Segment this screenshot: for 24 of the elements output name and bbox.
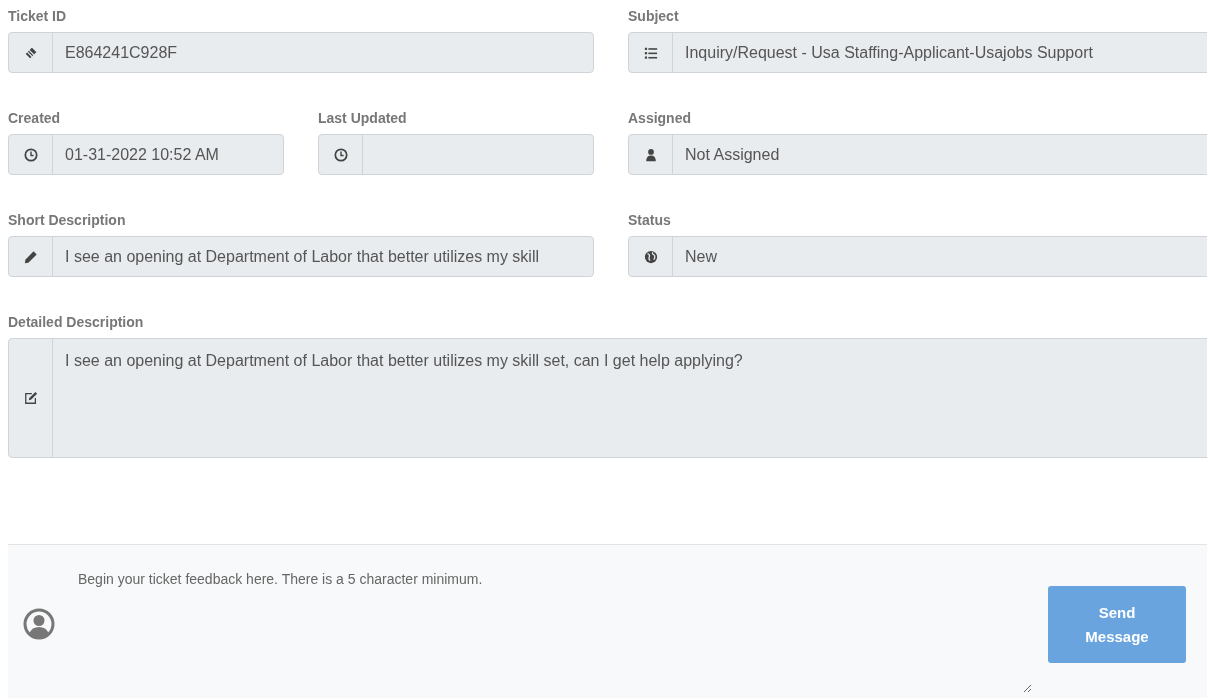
- field-label: Ticket ID: [8, 6, 68, 26]
- edit-icon: [23, 391, 38, 405]
- text-field[interactable]: New: [628, 236, 1207, 277]
- text-field[interactable]: Inquiry/Request - Usa Staffing-Applicant-Usajobs Support: [628, 32, 1207, 73]
- text-field[interactable]: I see an opening at Department of Labor that better utilizes my skill: [8, 236, 594, 277]
- list-icon: [643, 45, 658, 60]
- clock-icon: [333, 147, 348, 162]
- text-field[interactable]: 01-31-2022 10:52 AM: [8, 134, 284, 175]
- avatar-icon: [23, 608, 55, 640]
- text-field[interactable]: Not Assigned: [628, 134, 1207, 175]
- text-field[interactable]: E864241C928F: [8, 32, 594, 73]
- user-icon: [643, 147, 658, 162]
- pencil-icon: [23, 249, 38, 264]
- text-field[interactable]: [318, 134, 594, 175]
- field-label: Detailed Description: [8, 312, 145, 332]
- field-label: Last Updated: [318, 108, 408, 128]
- clock-icon: [23, 147, 38, 162]
- text-field[interactable]: I see an opening at Department of Labor that better utilizes my skill set, can I get help applying?: [8, 338, 1207, 458]
- field-label: Assigned: [628, 108, 692, 128]
- field-label: Subject: [628, 6, 680, 26]
- field-label: Status: [628, 210, 672, 230]
- field-label: Created: [8, 108, 62, 128]
- field-label: Short Description: [8, 210, 127, 230]
- globe-icon: [643, 249, 658, 264]
